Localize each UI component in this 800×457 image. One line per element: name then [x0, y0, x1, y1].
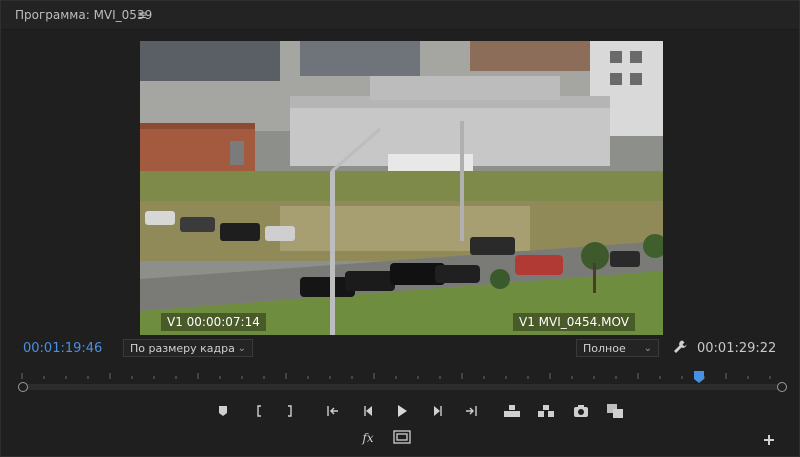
chevron-down-icon: ⌄ — [643, 343, 652, 354]
comparison-view-icon[interactable] — [606, 403, 624, 419]
extract-icon[interactable] — [537, 403, 555, 419]
quality-select-value: Полное — [583, 342, 626, 355]
mark-in-icon[interactable] — [250, 403, 268, 419]
mark-out-icon[interactable] — [281, 403, 299, 419]
fx-icon[interactable]: fx — [359, 430, 377, 446]
step-back-icon[interactable] — [360, 403, 378, 419]
timeline-start-handle[interactable] — [18, 382, 28, 392]
lift-icon[interactable] — [503, 403, 521, 419]
overlay-left-timecode: V1 00:00:07:14 — [161, 313, 266, 331]
panel-header: Программа: MVI_0539 ≡ — [1, 1, 799, 30]
fit-select-value: По размеру кадра — [130, 342, 235, 355]
step-forward-icon[interactable] — [428, 403, 446, 419]
go-to-in-icon[interactable] — [325, 403, 343, 419]
chevron-down-icon: ⌄ — [237, 343, 246, 354]
add-marker-icon[interactable] — [214, 403, 232, 419]
safe-margins-icon[interactable] — [393, 429, 411, 445]
timeline-scrub-track[interactable] — [21, 384, 781, 390]
timeline-end-handle[interactable] — [777, 382, 787, 392]
plus-icon[interactable] — [763, 431, 775, 445]
program-video-frame[interactable] — [140, 41, 663, 335]
timeline-ruler[interactable] — [18, 371, 786, 379]
quality-select[interactable]: Полное ⌄ — [576, 339, 659, 357]
video-content — [140, 41, 663, 335]
duration-timecode: 00:01:29:22 — [697, 341, 777, 356]
program-monitor-panel: Программа: MVI_0539 ≡ V1 00:00:07:14 V1 … — [0, 0, 800, 457]
fit-select[interactable]: По размеру кадра ⌄ — [123, 339, 253, 357]
overlay-right-clipname: V1 MVI_0454.MOV — [513, 313, 635, 331]
playhead[interactable] — [693, 368, 704, 383]
wrench-icon[interactable] — [672, 339, 688, 355]
go-to-out-icon[interactable] — [461, 403, 479, 419]
current-timecode[interactable]: 00:01:19:46 — [23, 341, 102, 357]
export-frame-icon[interactable] — [572, 403, 590, 419]
panel-title[interactable]: Программа: MVI_0539 — [15, 8, 152, 22]
hamburger-menu-icon[interactable]: ≡ — [137, 8, 147, 22]
play-icon[interactable] — [393, 403, 411, 419]
